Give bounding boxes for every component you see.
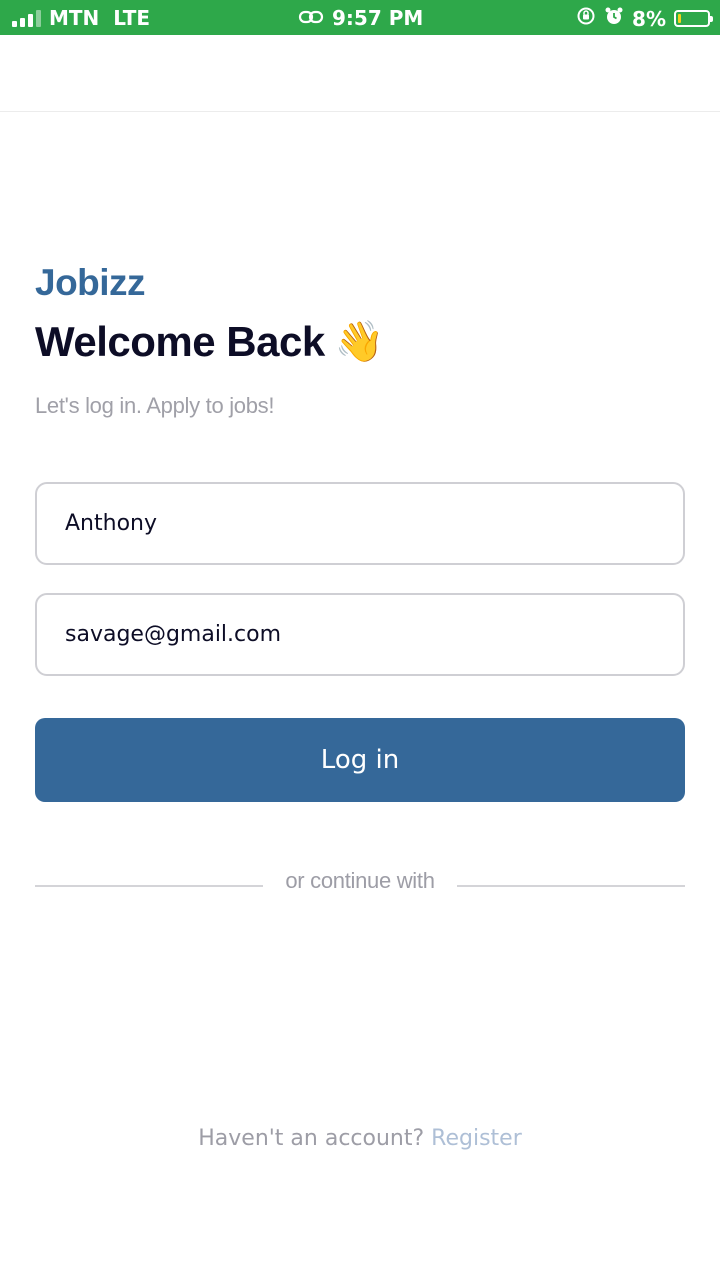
- status-left: MTN LTE: [12, 6, 150, 30]
- clock-time: 9:57 PM: [332, 6, 424, 30]
- link-icon: [298, 6, 324, 30]
- username-field[interactable]: [35, 482, 685, 565]
- carrier-label: MTN: [49, 6, 100, 30]
- divider-line-left: [35, 885, 263, 887]
- signal-icon: [12, 9, 41, 27]
- divider-text: or continue with: [285, 868, 435, 893]
- battery-percent: 8%: [632, 6, 666, 31]
- page-subtitle: Let's log in. Apply to jobs!: [35, 393, 275, 418]
- divider-line-right: [457, 885, 685, 887]
- welcome-title: Welcome Back: [35, 318, 325, 365]
- alarm-icon: [604, 6, 624, 31]
- network-label: LTE: [113, 6, 151, 30]
- register-link[interactable]: Register: [431, 1126, 522, 1151]
- status-center: 9:57 PM: [298, 6, 423, 30]
- email-field[interactable]: [35, 593, 685, 676]
- orientation-lock-icon: [576, 6, 596, 31]
- waving-hand-icon: 👋: [334, 320, 385, 364]
- status-bar: MTN LTE 9:57 PM 8%: [0, 0, 720, 35]
- register-prompt: Haven't an account? Register: [0, 1126, 720, 1151]
- battery-icon: [674, 10, 713, 27]
- register-prompt-text: Haven't an account?: [198, 1126, 425, 1151]
- brand-name: Jobizz: [35, 262, 146, 303]
- login-button[interactable]: Log in: [35, 718, 685, 802]
- battery-level-fill: [678, 14, 681, 23]
- status-right: 8%: [576, 6, 713, 31]
- navigation-bar: [0, 35, 720, 112]
- page-title: Welcome Back 👋: [35, 318, 385, 366]
